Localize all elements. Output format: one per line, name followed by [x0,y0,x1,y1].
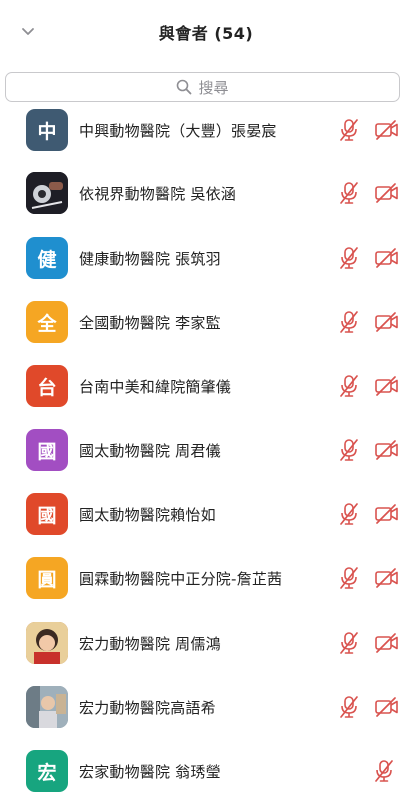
avatar: 健 [26,237,68,279]
participant-row[interactable]: 依視界動物醫院 吳依涵 [0,161,406,225]
avatar: 宏 [26,750,68,792]
mic-muted-icon[interactable] [338,118,360,142]
video-off-icon[interactable] [374,696,400,718]
participant-name: 中興動物醫院（大豐）張晏宸 [79,121,277,140]
participant-row[interactable]: 宏力動物醫院高語希 [0,675,406,739]
participant-row[interactable]: 圓 圓霖動物醫院中正分院-詹芷茜 [0,546,406,610]
participant-name: 依視界動物醫院 吳依涵 [79,184,236,203]
mic-muted-icon[interactable] [338,566,360,590]
participant-row[interactable]: 宏 宏家動物醫院 翁琇瑩 [0,739,406,800]
mic-muted-icon[interactable] [338,502,360,526]
avatar-initial: 全 [37,312,57,335]
avatar [26,686,68,728]
participant-name: 國太動物醫院 周君儀 [79,441,221,460]
avatar [26,622,68,664]
mic-muted-icon[interactable] [338,374,360,398]
participant-row[interactable]: 國 國太動物醫院賴怡如 [0,482,406,546]
avatar-initial: 國 [37,504,57,527]
participant-name: 國太動物醫院賴怡如 [79,505,216,524]
mic-muted-icon[interactable] [338,695,360,719]
participant-row[interactable]: 中 中興動物醫院（大豐）張晏宸 [0,98,406,162]
avatar-photo [26,622,68,664]
collapse-button[interactable] [18,22,38,42]
mic-muted-icon[interactable] [338,631,360,655]
avatar-photo [26,172,68,214]
video-off-icon[interactable] [374,503,400,525]
search-area: 搜尋 [0,64,406,102]
mic-muted-icon[interactable] [338,181,360,205]
participant-row[interactable]: 全 全國動物醫院 李家監 [0,290,406,354]
participant-row[interactable]: 台 台南中美和緯院簡肇儀 [0,354,406,418]
mic-muted-icon[interactable] [338,310,360,334]
avatar-initial: 中 [37,120,57,143]
avatar-initial: 台 [37,376,57,399]
participant-row[interactable]: 國 國太動物醫院 周君儀 [0,418,406,482]
avatar-initial: 健 [37,248,57,271]
avatar-initial: 宏 [37,761,57,784]
video-off-icon[interactable] [374,567,400,589]
avatar: 國 [26,493,68,535]
avatar: 國 [26,429,68,471]
participant-name: 宏力動物醫院高語希 [79,698,216,717]
participant-name: 台南中美和緯院簡肇儀 [79,377,232,396]
video-off-icon[interactable] [374,439,400,461]
avatar: 中 [26,109,68,151]
participant-name: 圓霖動物醫院中正分院-詹芷茜 [79,569,283,588]
video-off-icon[interactable] [374,311,400,333]
participant-name: 健康動物醫院 張筑羽 [79,249,221,268]
avatar-initial: 國 [37,440,57,463]
search-placeholder: 搜尋 [198,78,229,97]
mic-muted-icon[interactable] [338,246,360,270]
participant-row[interactable]: 健 健康動物醫院 張筑羽 [0,226,406,290]
search-icon [177,79,192,95]
avatar [26,172,68,214]
avatar-photo [26,686,68,728]
participant-list[interactable]: 中 中興動物醫院（大豐）張晏宸 依視界動物醫院 吳依涵 健 健康動物醫院 張筑羽 全 [0,98,406,800]
participant-name: 全國動物醫院 李家監 [79,313,221,332]
participant-name: 宏力動物醫院 周儒鴻 [79,634,221,653]
participant-row[interactable]: 宏力動物醫院 周儒鴻 [0,611,406,675]
mic-muted-icon[interactable] [338,438,360,462]
participants-header: 與會者 (54) [0,0,406,64]
video-off-icon[interactable] [374,247,400,269]
video-off-icon[interactable] [374,119,400,141]
avatar: 台 [26,365,68,407]
video-off-icon[interactable] [374,182,400,204]
chevron-down-icon [22,28,34,35]
avatar-initial: 圓 [37,568,57,591]
video-off-icon[interactable] [374,632,400,654]
participant-name: 宏家動物醫院 翁琇瑩 [79,762,221,781]
avatar: 圓 [26,557,68,599]
video-off-icon[interactable] [374,375,400,397]
page-title: 與會者 (54) [158,24,254,43]
mic-muted-icon[interactable] [373,759,395,783]
avatar: 全 [26,301,68,343]
